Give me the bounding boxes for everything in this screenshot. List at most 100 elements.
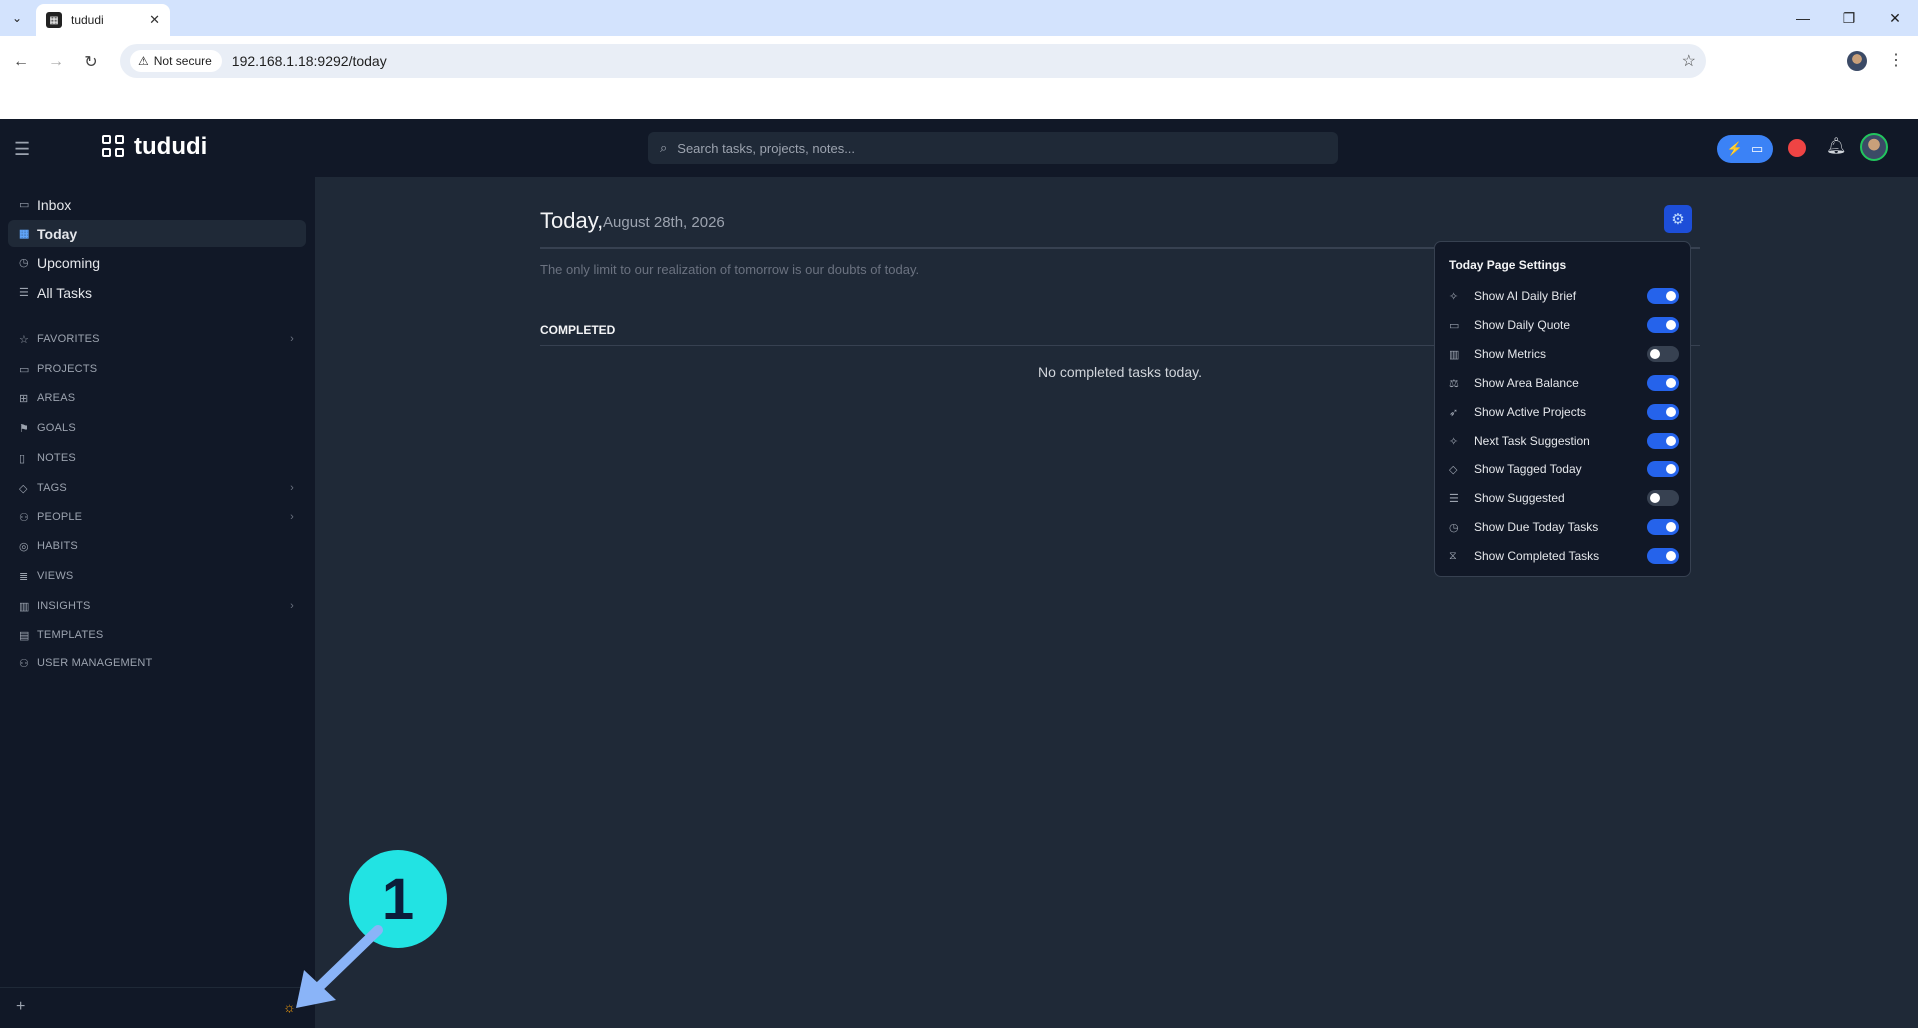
back-icon[interactable]: ← [7,48,35,76]
hamburger-menu-icon[interactable]: ☰ [14,139,30,160]
toggle-switch[interactable] [1647,461,1679,477]
toggle-switch[interactable] [1647,288,1679,304]
browser-menu-icon[interactable]: ⋮ [1888,50,1904,70]
toggle-switch[interactable] [1647,490,1679,506]
hourglass-icon: ⧖ [1449,549,1457,562]
toggle-switch[interactable] [1647,375,1679,391]
add-icon[interactable]: + [16,998,25,1016]
browser-profile-avatar[interactable] [1847,51,1867,71]
sidebar-item-label: Today [37,225,78,242]
sidebar-item-templates[interactable]: ▤ TEMPLATES [8,624,306,646]
quick-capture-button[interactable]: ⚡ ▭ [1717,135,1773,163]
setting-show-area-balance: ⚖ Show Area Balance [1449,372,1679,394]
sidebar-item-insights[interactable]: ▥ INSIGHTS › [8,595,306,617]
setting-label: Show Active Projects [1474,405,1587,419]
sidebar-item-views[interactable]: ≣ VIEWS [8,565,306,587]
toggle-switch[interactable] [1647,519,1679,535]
gear-icon: ⚙ [1671,211,1685,228]
sidebar-item-goals[interactable]: ⚑ GOALS [8,417,306,439]
lightning-icon: ⚡ [1726,141,1743,156]
views-icon: ≣ [19,570,29,583]
calendar-icon: ▦ [19,228,30,240]
restore-icon[interactable]: ❐ [1826,0,1872,36]
forward-icon[interactable]: → [42,48,70,76]
minimize-icon[interactable]: — [1780,0,1826,36]
sidebar-section-label: GOALS [37,422,76,434]
sidebar-item-favorites[interactable]: ☆ FAVORITES › [8,328,306,350]
notification-bell-icon[interactable]: 🔔︎ [1826,136,1846,156]
sidebar-item-upcoming[interactable]: ◷ Upcoming [8,249,306,276]
settings-gear-button[interactable]: ⚙ [1664,205,1692,233]
sidebar-item-tags[interactable]: ◇ TAGS › [8,477,306,499]
tag-icon: ◇ [19,482,28,495]
list-icon: ☰ [19,287,29,299]
reload-icon[interactable]: ↻ [77,48,105,76]
sidebar-section-label: INSIGHTS [37,600,91,612]
sidebar-item-inbox[interactable]: ▭ Inbox [8,191,306,218]
user-avatar[interactable] [1860,133,1888,161]
sidebar-section-label: PROJECTS [37,363,98,375]
setting-label: Show Completed Tasks [1474,549,1600,563]
toggle-switch[interactable] [1647,317,1679,333]
search-icon: ⌕ [660,140,668,155]
security-chip[interactable]: ⚠ Not secure [130,50,222,72]
setting-next-task-suggestion: ✧ Next Task Suggestion [1449,430,1679,452]
close-tab-icon[interactable]: ✕ [149,12,160,28]
setting-show-tagged-today: ◇ Show Tagged Today [1449,458,1679,480]
setting-label: Next Task Suggestion [1474,434,1590,448]
setting-show-due-today-tasks: ◷ Show Due Today Tasks [1449,516,1679,538]
sidebar-section-label: AREAS [37,392,76,404]
sidebar-item-today[interactable]: ▦ Today [8,220,306,247]
pomodoro-tomato-icon[interactable] [1788,139,1806,157]
chevron-right-icon: › [290,482,294,494]
setting-label: Show Daily Quote [1474,318,1571,332]
list-icon: ☰ [1449,492,1459,505]
setting-label: Show AI Daily Brief [1474,289,1577,303]
sidebar-item-people[interactable]: ⚇ PEOPLE › [8,506,306,528]
sidebar-footer: + ☼ [0,987,315,1028]
toggle-switch[interactable] [1647,433,1679,449]
book-icon: ▯ [19,452,26,465]
toggle-switch[interactable] [1647,404,1679,420]
sidebar-item-all-tasks[interactable]: ☰ All Tasks [8,279,306,306]
window-close-icon[interactable]: ✕ [1872,0,1918,36]
setting-label: Show Tagged Today [1474,462,1582,476]
setting-show-metrics: ▥ Show Metrics [1449,343,1679,365]
sidebar-section-label: USER MANAGEMENT [37,657,153,669]
sidebar-item-notes[interactable]: ▯ NOTES [8,447,306,469]
template-icon: ▤ [19,629,30,642]
setting-show-completed-tasks: ⧖ Show Completed Tasks [1449,545,1679,567]
sidebar-section-label: FAVORITES [37,333,100,345]
search-input[interactable]: ⌕ Search tasks, projects, notes... [648,132,1338,164]
toggle-switch[interactable] [1647,548,1679,564]
tab-title: tududi [71,13,104,27]
sidebar-item-areas[interactable]: ⊞ AREAS [8,387,306,409]
app-name: tududi [134,133,208,160]
browser-tab[interactable]: ▦ tududi ✕ [36,4,170,36]
sidebar-item-label: All Tasks [37,284,92,301]
setting-show-suggested: ☰ Show Suggested [1449,487,1679,509]
bar-chart-icon: ▥ [1449,348,1460,361]
chart-icon: ▥ [19,600,30,613]
sidebar-section-label: TEMPLATES [37,629,104,641]
address-bar[interactable]: ⚠ Not secure 192.168.1.18:9292/today ☆ [120,44,1706,78]
today-settings-popover: Today Page Settings ✧ Show AI Daily Brie… [1434,241,1691,577]
quote-icon: ▭ [1449,319,1460,332]
sidebar-item-projects[interactable]: ▭ PROJECTS [8,358,306,380]
security-label: Not secure [153,54,212,68]
setting-label: Show Suggested [1474,491,1565,505]
warning-icon: ⚠ [138,54,149,68]
app-logo[interactable]: tududi [102,133,207,161]
scale-icon: ⚖ [1449,377,1459,390]
toggle-switch[interactable] [1647,346,1679,362]
tab-search-button[interactable]: ⌄ [6,7,28,29]
pointer-arrow-icon [296,925,383,1008]
sidebar-section-label: NOTES [37,452,76,464]
bookmark-star-icon[interactable]: ☆ [1682,51,1696,71]
url-text: 192.168.1.18:9292/today [231,53,387,69]
search-placeholder: Search tasks, projects, notes... [677,140,856,156]
sidebar-item-label: Upcoming [37,254,101,271]
sidebar-item-user-management[interactable]: ⚇ USER MANAGEMENT [8,652,306,674]
sidebar-item-habits[interactable]: ◎ HABITS [8,535,306,557]
sidebar-item-label: Inbox [37,196,72,213]
